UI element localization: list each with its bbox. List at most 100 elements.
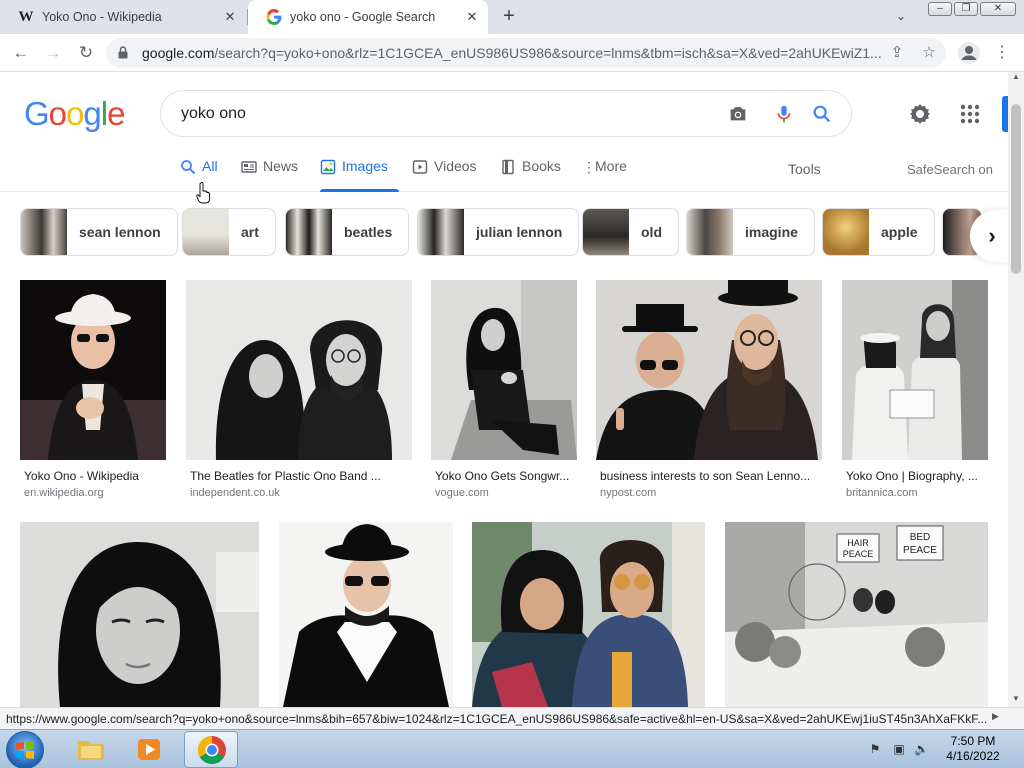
image-result[interactable] [472, 522, 705, 707]
tab-label: More [595, 158, 627, 174]
chip-label: sean lennon [79, 224, 161, 240]
chip-label: imagine [745, 224, 798, 240]
chip-thumbnail [823, 209, 869, 255]
result-image-yoko-portrait [20, 522, 259, 707]
status-scroll-right-icon: ▶ [992, 711, 999, 721]
tab-images[interactable]: Images [320, 158, 399, 192]
address-bar[interactable]: google.com/search?q=yoko+ono&rlz=1C1GCEA… [106, 38, 946, 68]
media-player-icon [138, 739, 160, 760]
image-result[interactable] [279, 522, 453, 707]
result-title[interactable]: Yoko Ono | Biography, ... [846, 469, 978, 483]
taskbar-clock[interactable]: 7:50 PM 4/16/2022 [938, 734, 1008, 764]
search-type-tabs: All News Images Videos Books ⋮ More Tool… [0, 150, 1008, 192]
taskbar-file-explorer[interactable] [64, 731, 118, 768]
chip-old[interactable]: old [582, 208, 679, 256]
safesearch-toggle[interactable]: SafeSearch on [907, 162, 993, 177]
more-vert-icon: ⋮ [582, 159, 596, 175]
bed-peace-sign-text: BED [910, 532, 931, 543]
hand-pointer-cursor-icon [196, 182, 210, 204]
image-result[interactable]: HAIR PEACE BED PEACE [725, 522, 988, 707]
profile-avatar-icon[interactable] [958, 42, 980, 64]
tab-videos[interactable]: Videos [412, 158, 478, 192]
tools-button[interactable]: Tools [788, 161, 821, 177]
share-icon[interactable]: ⇪ [888, 44, 906, 62]
action-center-flag-icon[interactable]: ⚑ [868, 742, 882, 756]
scroll-down-arrow-icon[interactable]: ▼ [1008, 694, 1024, 708]
result-image-yoko-black-hat [279, 522, 453, 707]
chip-thumbnail [183, 209, 229, 255]
wikipedia-favicon-icon: W [18, 8, 34, 25]
chrome-icon [198, 736, 226, 764]
chip-art[interactable]: art [182, 208, 276, 256]
browser-tab-strip: W Yoko Ono - Wikipedia ✕ yoko ono - Goog… [0, 0, 1024, 34]
chip-imagine[interactable]: imagine [686, 208, 815, 256]
close-tab-icon[interactable]: ✕ [464, 9, 480, 25]
result-title[interactable]: Yoko Ono Gets Songwr... [435, 469, 577, 483]
chip-sean-lennon[interactable]: sean lennon [20, 208, 178, 256]
tab-books[interactable]: Books [500, 158, 562, 192]
clock-date: 4/16/2022 [946, 749, 1000, 763]
result-title[interactable]: Yoko Ono - Wikipedia [24, 469, 166, 483]
close-tab-icon[interactable]: ✕ [222, 9, 238, 25]
image-result[interactable]: The Beatles for Plastic Ono Band ... ind… [186, 280, 412, 502]
result-image-yoko-sean-grammys [596, 280, 822, 460]
link-status-url: https://www.google.com/search?q=yoko+ono… [0, 707, 1024, 729]
browser-menu-icon[interactable]: ⋮ [994, 42, 1010, 64]
close-window-icon[interactable]: ✕ [980, 2, 1016, 16]
tab-search-chevron-icon[interactable]: ⌄ [896, 9, 906, 23]
network-icon[interactable]: ▣ [892, 742, 906, 756]
chip-label: art [241, 224, 259, 240]
chip-label: old [641, 224, 662, 240]
restore-window-icon[interactable]: ❐ [954, 2, 978, 16]
google-logo[interactable]: Google [24, 95, 125, 133]
tab-news[interactable]: News [241, 158, 301, 192]
search-icon[interactable] [811, 103, 833, 125]
microphone-icon[interactable] [773, 103, 795, 125]
chip-beatles[interactable]: beatles [285, 208, 410, 256]
tab-label: Images [342, 158, 388, 174]
image-result[interactable]: Yoko Ono - Wikipedia en.wikipedia.org [20, 280, 166, 502]
video-icon [412, 160, 428, 174]
tab-label: Videos [434, 158, 477, 174]
camera-icon[interactable] [727, 103, 749, 125]
taskbar-media-player[interactable] [122, 731, 176, 768]
tab-more[interactable]: ⋮ More [582, 158, 632, 192]
chip-apple[interactable]: apple [822, 208, 935, 256]
google-favicon-icon [266, 9, 282, 25]
image-result[interactable]: business interests to son Sean Lenno... … [596, 280, 822, 502]
tab-label: News [263, 158, 299, 174]
search-input[interactable]: yoko ono [181, 105, 246, 123]
news-icon [241, 161, 257, 173]
tab-google-search[interactable]: yoko ono - Google Search ✕ [248, 0, 488, 34]
minimize-window-icon[interactable]: – [928, 2, 952, 16]
new-tab-plus-icon[interactable]: + [498, 6, 520, 28]
result-image-bed-peace: HAIR PEACE BED PEACE [725, 522, 988, 707]
google-apps-grid-icon[interactable] [960, 104, 980, 124]
chip-thumbnail [687, 209, 733, 255]
forward-arrow-icon[interactable]: → [42, 42, 64, 64]
image-result[interactable]: Yoko Ono Gets Songwr... vogue.com [431, 280, 577, 502]
bookmark-star-icon[interactable]: ☆ [920, 44, 938, 62]
back-arrow-icon[interactable]: ← [10, 42, 32, 64]
volume-icon[interactable]: 🔈 [914, 742, 929, 756]
tab-title: Yoko Ono - Wikipedia [42, 10, 162, 24]
chip-thumbnail [286, 209, 332, 255]
clock-time: 7:50 PM [950, 734, 996, 748]
image-result[interactable] [20, 522, 259, 707]
reload-icon[interactable]: ↻ [75, 42, 97, 64]
image-result[interactable]: Yoko Ono | Biography, ... britannica.com [842, 280, 988, 502]
scroll-up-arrow-icon[interactable]: ▲ [1008, 72, 1024, 86]
tab-wikipedia[interactable]: W Yoko Ono - Wikipedia ✕ [0, 0, 246, 34]
chip-label: beatles [344, 224, 393, 240]
settings-gear-icon[interactable] [908, 102, 932, 126]
chip-julian-lennon[interactable]: julian lennon [417, 208, 580, 256]
result-title[interactable]: business interests to son Sean Lenno... [600, 469, 822, 483]
taskbar-chrome[interactable] [184, 731, 238, 768]
result-title[interactable]: The Beatles for Plastic Ono Band ... [190, 469, 388, 483]
result-source: nypost.com [600, 487, 657, 499]
vertical-scrollbar[interactable]: ▲ ▼ [1008, 72, 1024, 708]
search-box[interactable]: yoko ono [160, 90, 852, 137]
scrollbar-thumb[interactable] [1011, 104, 1021, 274]
windows-start-button[interactable] [6, 731, 44, 768]
url-host: google.com [142, 45, 215, 61]
